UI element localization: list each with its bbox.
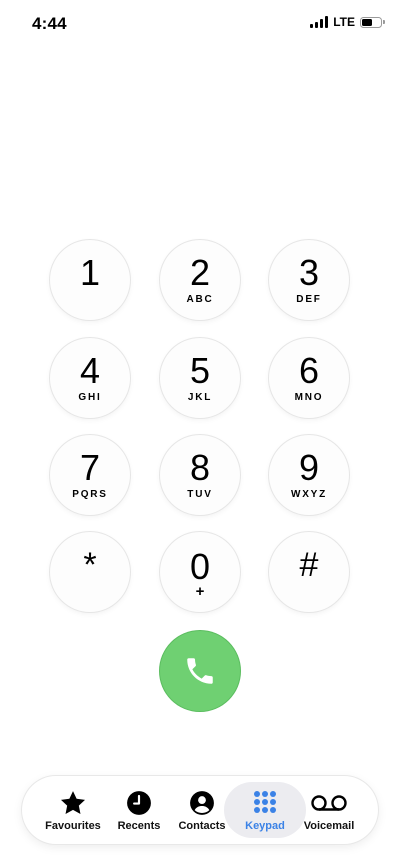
voicemail-icon xyxy=(310,789,348,817)
key-letters: WXYZ xyxy=(290,488,328,500)
battery-level xyxy=(362,18,372,26)
cellular-signal-icon xyxy=(310,16,329,28)
key-letters: TUV xyxy=(187,488,213,500)
key-letters: JKL xyxy=(187,391,213,403)
key-letters: GHI xyxy=(78,391,102,403)
tab-label: Recents xyxy=(117,820,161,832)
keypad-grid-icon xyxy=(251,789,279,817)
key-9[interactable]: 9 WXYZ xyxy=(269,435,349,515)
key-8[interactable]: 8 TUV xyxy=(160,435,240,515)
key-1[interactable]: 1 xyxy=(50,240,130,320)
key-letters: PQRS xyxy=(72,488,108,500)
tab-label: Keypad xyxy=(245,820,285,832)
key-3[interactable]: 3 DEF xyxy=(269,240,349,320)
key-digit: * xyxy=(83,545,97,584)
person-circle-icon xyxy=(189,789,215,817)
status-time: 4:44 xyxy=(32,14,67,33)
key-6[interactable]: 6 MNO xyxy=(269,338,349,418)
star-icon xyxy=(59,789,87,817)
key-0[interactable]: 0 + xyxy=(160,532,240,612)
tab-voicemail[interactable]: Voicemail xyxy=(294,776,364,844)
key-5[interactable]: 5 JKL xyxy=(160,338,240,418)
tab-favourites[interactable]: Favourites xyxy=(38,776,108,844)
network-type: LTE xyxy=(333,15,355,29)
status-bar: 4:44 LTE xyxy=(0,0,400,48)
key-4[interactable]: 4 GHI xyxy=(50,338,130,418)
key-7[interactable]: 7 PQRS xyxy=(50,435,130,515)
tab-keypad[interactable]: Keypad xyxy=(230,776,300,844)
key-digit: 6 xyxy=(298,349,320,391)
tab-bar: Favourites Recents Contacts Keypad Voice… xyxy=(22,776,378,844)
key-digit: 4 xyxy=(79,349,101,391)
key-letters: ABC xyxy=(186,293,214,305)
key-digit: 8 xyxy=(189,446,211,488)
key-digit: 3 xyxy=(298,251,320,293)
key-digit: 2 xyxy=(189,251,211,293)
tab-label: Favourites xyxy=(45,820,101,832)
key-letters: MNO xyxy=(294,391,324,403)
key-hash[interactable]: # xyxy=(269,532,349,612)
call-button[interactable] xyxy=(160,631,240,711)
key-digit: 7 xyxy=(79,446,101,488)
clock-icon xyxy=(126,789,152,817)
tab-contacts[interactable]: Contacts xyxy=(167,776,237,844)
key-digit: 9 xyxy=(298,446,320,488)
key-star[interactable]: * xyxy=(50,532,130,612)
key-digit: # xyxy=(299,545,319,584)
status-indicators: LTE xyxy=(310,15,385,29)
phone-icon xyxy=(187,658,213,684)
key-digit: 0 xyxy=(189,546,211,587)
key-letters: + xyxy=(195,583,205,600)
battery-icon xyxy=(360,16,385,28)
key-letters: DEF xyxy=(296,293,322,305)
tab-label: Voicemail xyxy=(303,820,355,832)
tab-recents[interactable]: Recents xyxy=(104,776,174,844)
key-digit: 5 xyxy=(189,349,211,391)
tab-label: Contacts xyxy=(178,820,226,832)
key-digit: 1 xyxy=(79,251,101,293)
key-2[interactable]: 2 ABC xyxy=(160,240,240,320)
